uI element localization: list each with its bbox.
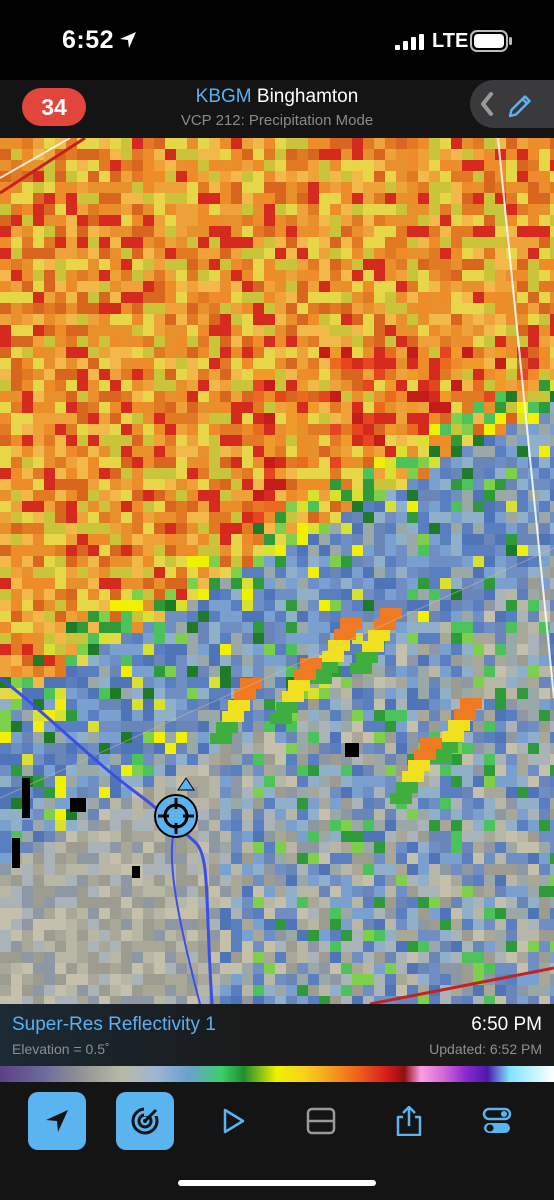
location-button[interactable] (28, 1092, 86, 1150)
chevron-left-icon[interactable] (478, 90, 496, 118)
product-info-panel[interactable]: Super-Res Reflectivity 1 Elevation = 0.5… (0, 1004, 554, 1066)
pencil-icon[interactable] (506, 92, 534, 120)
product-name[interactable]: Super-Res Reflectivity 1 (12, 1014, 216, 1036)
no-data-cell (12, 838, 20, 868)
status-bar: 6:52 LTE (0, 0, 554, 80)
no-data-cell (132, 866, 140, 878)
no-data-cell (345, 743, 359, 757)
layout-icon (306, 1107, 336, 1135)
no-data-cell (70, 798, 86, 812)
elevation-label: Elevation = 0.5˚ (12, 1041, 110, 1057)
station-code: KBGM (195, 86, 252, 107)
radar-map[interactable] (0, 138, 554, 1004)
status-time: 6:52 (62, 26, 115, 54)
reflectivity-cells (0, 138, 554, 1004)
location-arrow-icon (120, 32, 136, 48)
updated-time: Updated: 6:52 PM (429, 1041, 542, 1057)
reflectivity-color-legend (0, 1066, 554, 1082)
signal-bars-icon (395, 34, 424, 50)
vcp-mode: VCP 212: Precipitation Mode (180, 112, 374, 129)
layout-button[interactable] (292, 1092, 350, 1150)
carrier-label: LTE (432, 30, 469, 52)
radar-icon (131, 1106, 160, 1135)
battery-icon (470, 30, 512, 52)
share-icon (396, 1106, 422, 1136)
home-indicator (178, 1180, 376, 1186)
play-button[interactable] (204, 1092, 262, 1150)
play-icon (223, 1108, 245, 1134)
location-arrow-icon (46, 1110, 68, 1132)
scan-time: 6:50 PM (471, 1014, 542, 1035)
settings-toggle-button[interactable] (468, 1092, 526, 1150)
station-header: 34 KBGM Binghamton VCP 212: Precipitatio… (0, 80, 554, 139)
settings-toggle-icon (482, 1107, 512, 1133)
station-name: Binghamton (256, 86, 359, 107)
no-data-cell (22, 778, 30, 818)
share-button[interactable] (380, 1092, 438, 1150)
radar-button[interactable] (116, 1092, 174, 1150)
